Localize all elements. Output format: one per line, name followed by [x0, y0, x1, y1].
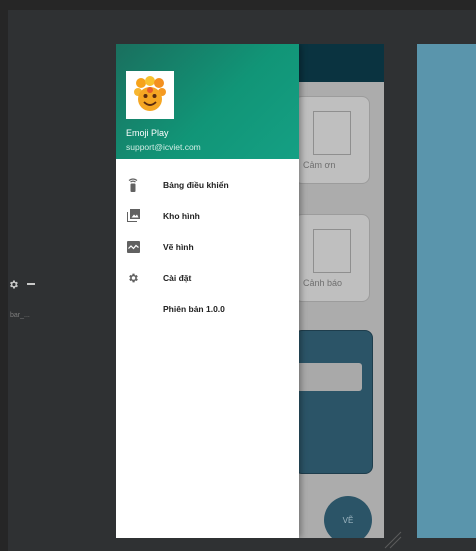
draw-fab-button[interactable]: VẼ — [324, 496, 372, 538]
gear-icon[interactable] — [8, 279, 19, 290]
card-label: Cảm ơn — [303, 160, 336, 170]
navigation-drawer: Emoji Play support@icviet.com Bảng điều … — [116, 44, 299, 538]
app-logo — [126, 71, 174, 119]
emoji-card-warning[interactable]: Cảnh báo — [294, 214, 370, 302]
minimize-icon[interactable] — [27, 283, 35, 285]
card-image-placeholder — [313, 111, 351, 155]
phone-preview: Cảm ơn Cảnh báo VẼ Emoji Play support@ic… — [116, 44, 384, 538]
dock-label: bar_... — [10, 312, 30, 319]
text-input[interactable] — [294, 363, 362, 391]
gear-icon — [126, 271, 140, 285]
menu-item-settings[interactable]: Cài đặt — [116, 262, 299, 293]
card-image-placeholder — [313, 229, 351, 273]
drawer-menu: Bảng điều khiển Kho hình Vẽ hình Cài đặt… — [116, 169, 299, 324]
chart-wave-icon — [126, 240, 140, 254]
menu-label: Bảng điều khiển — [163, 179, 229, 190]
input-panel — [294, 330, 373, 474]
drawer-header: Emoji Play support@icviet.com — [116, 44, 299, 159]
emoji-card-thanks[interactable]: Cảm ơn — [294, 96, 370, 184]
photo-library-icon — [126, 209, 140, 223]
menu-item-version: Phiên bản 1.0.0 — [116, 293, 299, 324]
editor-left-strip — [0, 10, 8, 551]
editor-top-strip — [0, 0, 476, 10]
menu-label: Cài đặt — [163, 272, 192, 283]
remote-control-icon — [126, 178, 140, 192]
menu-item-draw[interactable]: Vẽ hình — [116, 231, 299, 262]
support-email: support@icviet.com — [126, 142, 201, 152]
menu-item-dashboard[interactable]: Bảng điều khiển — [116, 169, 299, 200]
card-label: Cảnh báo — [303, 278, 343, 288]
right-preview-panel — [417, 44, 476, 538]
dock-tools — [8, 277, 44, 291]
menu-item-gallery[interactable]: Kho hình — [116, 200, 299, 231]
resize-handle-icon[interactable] — [383, 530, 403, 550]
version-label: Phiên bản 1.0.0 — [163, 303, 225, 314]
menu-label: Vẽ hình — [163, 241, 194, 252]
app-name: Emoji Play — [126, 128, 169, 138]
emoji-logo-icon — [134, 76, 166, 111]
fab-label: VẼ — [342, 516, 354, 525]
menu-label: Kho hình — [163, 210, 200, 221]
